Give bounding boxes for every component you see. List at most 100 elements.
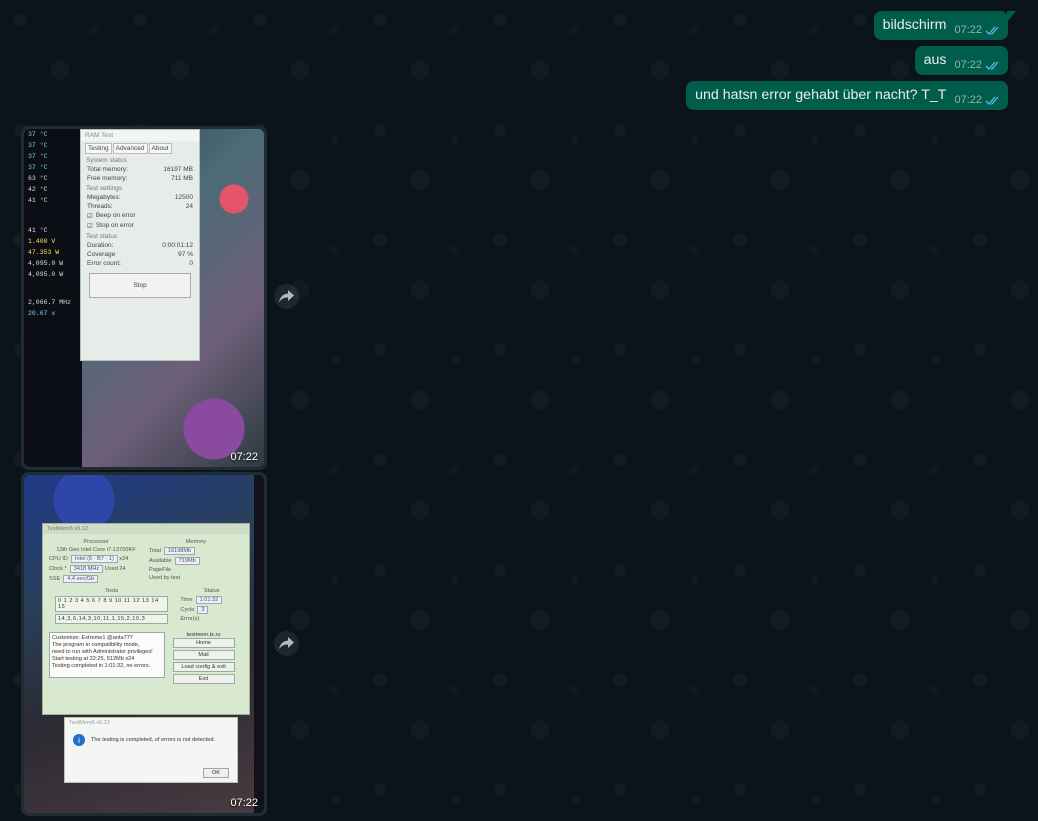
forward-icon	[279, 290, 294, 303]
photo-testmem5[interactable]: TestMem5 v0.12 Processor 13th Gen Intel …	[24, 475, 264, 813]
log-line: Start testing at 22:25, 512Mb x24	[52, 656, 135, 662]
section-label: System status	[86, 157, 127, 164]
dialog-title: TestMem5 v0.12	[69, 720, 111, 726]
value: Intel (6 · B7 · 1)	[70, 555, 118, 563]
value: 711 MB	[171, 175, 193, 182]
test-sequence: 14,3,6,14,3,10,11,1,15,2,10,3	[55, 614, 169, 624]
label: Processor	[83, 539, 109, 545]
image-time: 07:22	[230, 797, 258, 809]
checkbox-icon: ☑	[87, 223, 93, 230]
tab-about: About	[148, 143, 172, 154]
label: Tests	[105, 588, 119, 594]
message-meta: 07:22	[954, 59, 1001, 71]
value: 0	[189, 260, 193, 267]
info-icon: i	[73, 734, 85, 746]
label: Beep on error	[95, 212, 136, 219]
label: Megabytes:	[87, 194, 121, 201]
stat-value: 4,095.0 W	[28, 271, 64, 278]
label: Free memory:	[87, 175, 128, 182]
stat-value: 37 °C	[28, 131, 48, 138]
stat-value: 47.353 W	[28, 249, 60, 256]
outgoing-message[interactable]: und hatsn error gehabt über nacht? T_T 0…	[686, 81, 1008, 110]
label: Cycle	[180, 607, 195, 613]
log-line: The program in compatibility mode,	[52, 642, 140, 648]
forward-button[interactable]	[274, 284, 299, 309]
label: Status	[203, 588, 220, 594]
forward-icon	[279, 637, 294, 650]
test-numbers: 0 1 2 3 4 5 6 7 8 9 10 11 12 13 14 15	[55, 596, 169, 612]
photo-ram-test[interactable]: 37 °C 37 °C 37 °C 37 °C 63 °C 42 °C 41 °…	[24, 129, 264, 467]
stat-value: 42 °C	[28, 186, 48, 193]
value: 3	[197, 606, 209, 614]
message-time: 07:22	[954, 94, 982, 106]
label: Error(s)	[180, 616, 200, 622]
stat-value: 2,066.7 MHz	[28, 299, 71, 306]
value: 719Mb	[174, 557, 200, 565]
read-ticks-icon	[985, 96, 999, 105]
label: Duration:	[87, 242, 114, 249]
message-time: 07:22	[954, 24, 982, 36]
completion-dialog: TestMem5 v0.12 i The testing is complete…	[64, 717, 238, 783]
load-config-button-in-photo: Load config & exit	[172, 662, 235, 672]
dialog-message: The testing is completed, of errors is n…	[91, 737, 216, 743]
label: Available	[149, 558, 172, 564]
ram-test-tabs: Testing Advanced About	[81, 141, 199, 154]
message-time: 07:22	[954, 59, 982, 71]
label: Coverage	[87, 251, 116, 258]
log-line: need to run with Administrator privilege…	[52, 649, 153, 655]
log-line: Customize: Extreme1 @anta777	[52, 635, 133, 641]
stat-value: 41 °C	[28, 197, 48, 204]
testmem-buttons: testmem.tz.ru Home Mail Load config & ex…	[172, 632, 235, 686]
label: SSE	[49, 576, 61, 582]
label: CPU ID	[49, 556, 68, 562]
stat-value: 37 °C	[28, 142, 48, 149]
label: Total	[149, 548, 161, 554]
value: 1:01:32	[195, 596, 223, 604]
stat-value: 1.400 V	[28, 238, 56, 245]
value: 12500	[174, 194, 193, 201]
value: 3418 MHz	[69, 565, 104, 573]
section-label: Test settings	[86, 185, 123, 192]
hwinfo-panel: 37 °C 37 °C 37 °C 37 °C 63 °C 42 °C 41 °…	[24, 129, 82, 467]
value: 16197 MB	[163, 166, 193, 173]
label: Clock *	[49, 566, 67, 572]
exit-button-in-photo: Exit	[172, 674, 235, 684]
read-ticks-icon	[985, 26, 999, 35]
outgoing-message[interactable]: aus 07:22	[914, 46, 1008, 75]
home-button-in-photo: Home	[172, 638, 235, 648]
checkbox-icon: ☑	[87, 213, 93, 220]
window-title: RAM Test	[81, 130, 199, 141]
value: 0:00:01:12	[162, 242, 193, 249]
read-ticks-icon	[985, 61, 999, 70]
value: x24	[119, 556, 129, 562]
log-line: Testing completed in 1:01:32, no errors.	[52, 663, 151, 669]
testmem5-window: TestMem5 v0.12 Processor 13th Gen Intel …	[42, 523, 250, 715]
message-text: bildschirm	[882, 17, 947, 33]
label: Stop on error	[95, 222, 134, 229]
mail-button-in-photo: Mail	[172, 650, 235, 660]
photo-monitor-edge	[254, 475, 264, 813]
incoming-image-message[interactable]: 37 °C 37 °C 37 °C 37 °C 63 °C 42 °C 41 °…	[21, 126, 267, 470]
stop-button-in-photo: Stop	[89, 273, 191, 298]
stat-value: 37 °C	[28, 164, 48, 171]
message-text: und hatsn error gehabt über nacht? T_T	[695, 87, 947, 103]
stat-value: 37 °C	[28, 153, 48, 160]
label: Time	[180, 597, 193, 603]
outgoing-message[interactable]: bildschirm 07:22	[873, 11, 1017, 40]
stat-value: 20.67 x	[28, 310, 56, 317]
incoming-image-message[interactable]: TestMem5 v0.12 Processor 13th Gen Intel …	[21, 472, 267, 816]
label: Used	[104, 566, 118, 572]
message-meta: 07:22	[954, 94, 1001, 106]
value: 4,4 sec/Gb	[63, 575, 99, 583]
section-label: Test status	[86, 233, 118, 240]
stat-value: 63 °C	[28, 175, 48, 182]
label: PageFile	[149, 567, 172, 573]
forward-button[interactable]	[274, 631, 299, 656]
message-meta: 07:22	[954, 24, 1001, 36]
window-title: TestMem5 v0.12	[43, 524, 249, 534]
image-time: 07:22	[230, 451, 258, 463]
ok-button-in-photo: OK	[202, 768, 229, 778]
ram-test-window: RAM Test Testing Advanced About System s…	[80, 129, 200, 361]
tab-advanced: Advanced	[112, 143, 148, 154]
value: 24	[119, 566, 126, 572]
